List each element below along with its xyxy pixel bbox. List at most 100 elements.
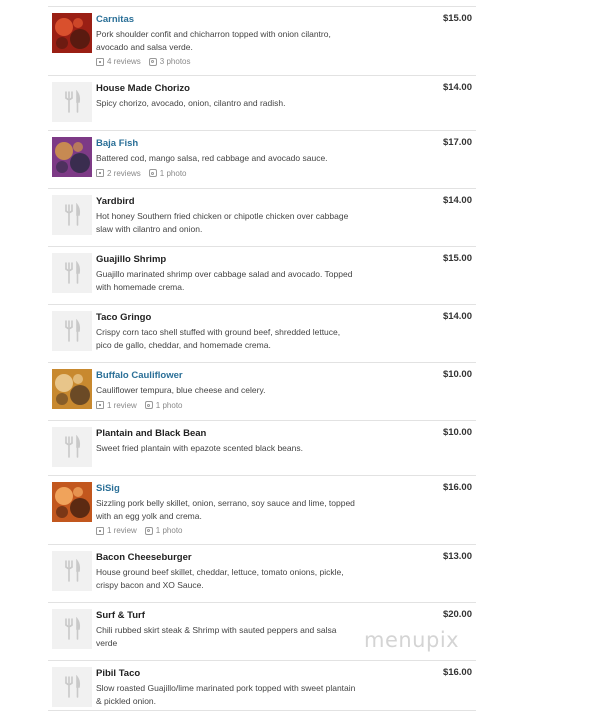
description-line: & pickled onion. [96, 695, 157, 706]
item-price: $10.00 [442, 427, 472, 438]
item-name: Taco Gringo [96, 312, 152, 323]
item-price: $15.00 [442, 13, 472, 24]
description-line: Sweet fried plantain with epazote scente… [96, 443, 303, 453]
item-description: Pork shoulder confit and chicharron topp… [96, 28, 366, 53]
description-line: avocado and salsa verde. [96, 41, 193, 52]
utensils-icon [65, 675, 81, 698]
utensils-icon [65, 617, 81, 640]
review-icon [96, 57, 104, 66]
photos-count: 1 photo [155, 526, 183, 535]
description-line: slaw with cilantro and onion. [96, 223, 203, 234]
item-name[interactable]: Carnitas [96, 13, 366, 26]
description-line: crispy bacon and XO Sauce. [96, 579, 204, 590]
item-price: $16.00 [442, 667, 472, 678]
reviews-count: 1 review [107, 526, 137, 535]
item-meta: 1 review 1 photo [96, 525, 366, 536]
description-line: Crispy corn taco shell stuffed with grou… [96, 327, 341, 337]
menu-item: Yardbird Hot honey Southern fried chicken… [48, 189, 476, 247]
item-name: Plantain and Black Bean [96, 428, 207, 439]
item-description: Spicy chorizo, avocado, onion, cilantro … [96, 97, 366, 110]
item-name[interactable]: Baja Fish [96, 137, 366, 150]
photos-link[interactable]: 3 photos [148, 56, 191, 67]
item-name: Bacon Cheeseburger [96, 552, 192, 563]
reviews-link[interactable]: 1 review [96, 525, 137, 536]
watermark: menupix [364, 628, 460, 652]
menu-item: SiSig Sizzling pork belly skillet, onion,… [48, 476, 476, 545]
menu-item: Carnitas Pork shoulder confit and chichar… [48, 7, 476, 76]
menu-item: Bacon Cheeseburger House ground beef skil… [48, 545, 476, 603]
item-placeholder-image [52, 195, 92, 235]
item-name: Surf & Turf [96, 610, 145, 621]
item-photo[interactable] [52, 13, 92, 53]
item-name[interactable]: SiSig [96, 482, 366, 495]
photos-link[interactable]: 1 photo [144, 400, 183, 411]
food-photo [52, 137, 92, 177]
menu-item: Buffalo Cauliflower Cauliflower tempura, … [48, 363, 476, 421]
item-description: Crispy corn taco shell stuffed with grou… [96, 326, 366, 351]
description-line: with homemade crema. [96, 281, 185, 292]
item-placeholder-image [52, 311, 92, 351]
description-line: Slow roasted Guajillo/lime marinated por… [96, 683, 356, 693]
description-line: House ground beef skillet, cheddar, lett… [96, 567, 344, 577]
description-line: with an egg yolk and crema. [96, 510, 202, 521]
reviews-link[interactable]: 2 reviews [96, 168, 141, 179]
item-description: Sweet fried plantain with epazote scente… [96, 442, 366, 455]
photos-link[interactable]: 1 photo [144, 525, 183, 536]
review-icon [96, 169, 104, 177]
item-meta: 1 review 1 photo [96, 400, 366, 411]
item-price: $15.00 [442, 253, 472, 264]
reviews-count: 2 reviews [107, 168, 141, 178]
description-line: pico de gallo, cheddar, and homemade cre… [96, 339, 271, 350]
item-photo[interactable] [52, 482, 92, 522]
item-meta: 2 reviews 1 photo [96, 168, 366, 179]
photos-count: 1 photo [159, 168, 187, 178]
item-description: Hot honey Southern fried chicken or chip… [96, 210, 366, 235]
review-icon [96, 526, 104, 535]
item-placeholder-image [52, 253, 92, 293]
description-line: Battered cod, mango salsa, red cabbage a… [96, 153, 328, 163]
item-description: Slow roasted Guajillo/lime marinated por… [96, 682, 366, 707]
utensils-icon [65, 435, 81, 458]
item-placeholder-image [52, 427, 92, 467]
item-photo[interactable] [52, 369, 92, 409]
item-price: $14.00 [442, 195, 472, 206]
menu-list: Carnitas Pork shoulder confit and chichar… [48, 6, 476, 711]
reviews-count: 1 review [107, 400, 137, 410]
photos-link[interactable]: 1 photo [148, 168, 187, 179]
item-price: $14.00 [442, 82, 472, 93]
description-line: Sizzling pork belly skillet, onion, serr… [96, 498, 355, 508]
item-placeholder-image [52, 609, 92, 649]
item-price: $10.00 [442, 369, 472, 380]
item-name: Guajillo Shrimp [96, 254, 167, 265]
menu-item: House Made Chorizo Spicy chorizo, avocado… [48, 76, 476, 131]
item-description: Battered cod, mango salsa, red cabbage a… [96, 152, 366, 165]
reviews-link[interactable]: 4 reviews [96, 56, 141, 67]
utensils-icon [65, 90, 81, 113]
item-name[interactable]: Buffalo Cauliflower [96, 369, 366, 382]
item-placeholder-image [52, 82, 92, 122]
menu-item: Guajillo Shrimp Guajillo marinated shrimp… [48, 247, 476, 305]
item-meta: 4 reviews 3 photos [96, 56, 366, 67]
item-description: Cauliflower tempura, blue cheese and cel… [96, 384, 366, 397]
item-price: $13.00 [442, 551, 472, 562]
utensils-icon [65, 203, 81, 226]
item-photo[interactable] [52, 137, 92, 177]
item-price: $17.00 [442, 137, 472, 148]
item-price: $16.00 [442, 482, 472, 493]
camera-icon [144, 526, 153, 535]
menu-item: Baja Fish Battered cod, mango salsa, red … [48, 131, 476, 189]
description-line: verde [96, 637, 118, 648]
item-price: $14.00 [442, 311, 472, 322]
item-placeholder-image [52, 667, 92, 707]
review-icon [96, 401, 104, 409]
description-line: Guajillo marinated shrimp over cabbage s… [96, 269, 353, 279]
item-name: Pibil Taco [96, 668, 141, 679]
camera-icon [148, 57, 157, 66]
item-description: Guajillo marinated shrimp over cabbage s… [96, 268, 366, 293]
item-name: House Made Chorizo [96, 83, 190, 94]
reviews-count: 4 reviews [107, 57, 141, 66]
menu-item: Taco Gringo Crispy corn taco shell stuffe… [48, 305, 476, 363]
description-line: Cauliflower tempura, blue cheese and cel… [96, 385, 266, 395]
reviews-link[interactable]: 1 review [96, 400, 137, 411]
description-line: Chili rubbed skirt steak & Shrimp with s… [96, 625, 337, 635]
